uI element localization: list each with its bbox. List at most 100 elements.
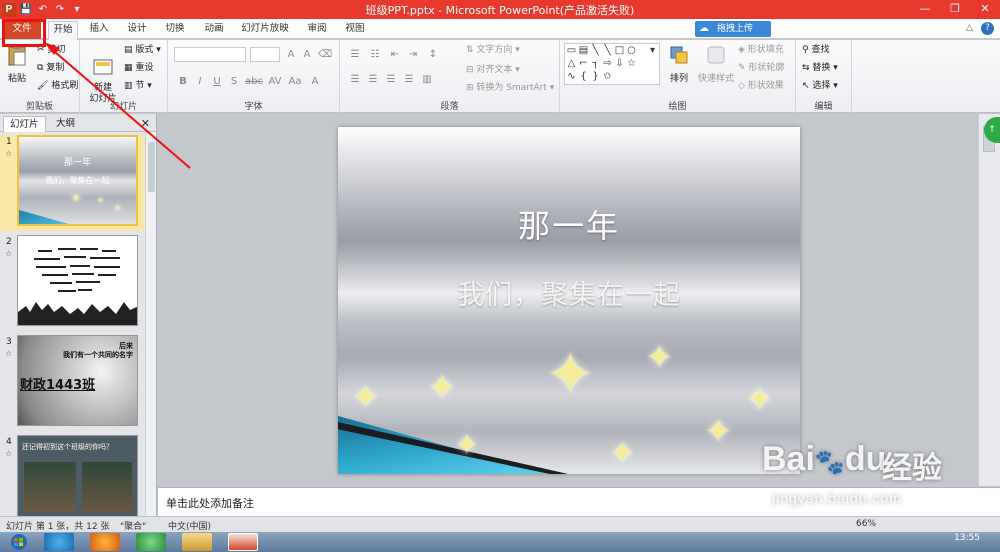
slide-subtitle[interactable]: 我们，聚集在一起 [338, 273, 800, 312]
pane-scroll-thumb[interactable] [148, 142, 155, 192]
star5-shape-icon[interactable]: ✩ [602, 71, 613, 82]
curve-shape-icon[interactable]: ∿ [566, 71, 577, 82]
ie-taskbar-icon[interactable] [44, 533, 74, 551]
zoom-level[interactable]: 66% [856, 519, 876, 529]
line-shape-icon[interactable]: ╲ [590, 45, 601, 56]
font-color-button[interactable]: A [308, 75, 322, 89]
numbering-icon[interactable]: ☷ [368, 48, 382, 62]
rectangle-shape-icon[interactable]: ▭ [566, 45, 577, 56]
quick-styles-button[interactable]: 快速样式 [696, 44, 736, 84]
brace-left-shape-icon[interactable]: { [578, 71, 589, 82]
clear-format-icon[interactable]: ⌫ [318, 48, 332, 62]
arrow-down-shape-icon[interactable]: ⇩ [614, 58, 625, 69]
clipboard-icon [8, 45, 26, 66]
text-direction-button[interactable]: ⇅ 文字方向 ▾ [466, 44, 520, 57]
tab-home[interactable]: 开始 [48, 21, 78, 40]
decrease-indent-icon[interactable]: ⇤ [388, 48, 402, 62]
slide-thumb-1[interactable]: 1 ☆ 那一年 我们，聚集在一起 ✦ ✦ ✦ [0, 135, 145, 231]
close-pane-icon[interactable]: ✕ [141, 117, 150, 130]
clock[interactable]: 13:55 [954, 533, 980, 543]
arrange-button[interactable]: 排列 [664, 44, 694, 84]
tab-animations[interactable]: 动画 [199, 21, 229, 39]
align-text-button[interactable]: ⊟ 对齐文本 ▾ [466, 64, 520, 77]
reset-button[interactable]: ▦ 重设 [124, 62, 153, 75]
undo-icon[interactable]: ↶ [36, 3, 50, 17]
replace-button[interactable]: ⇆ 替换 ▾ [802, 62, 838, 75]
line2-shape-icon[interactable]: ╲ [602, 45, 613, 56]
redo-icon[interactable]: ↷ [53, 3, 67, 17]
italic-button[interactable]: I [193, 75, 207, 89]
align-center-icon[interactable]: ☰ [366, 73, 380, 87]
star-shape-icon[interactable]: ☆ [626, 58, 637, 69]
square-shape-icon[interactable]: □ [614, 45, 625, 56]
shapes-gallery[interactable]: ▭ ▤ ╲ ╲ □ ○ △ ⌐ ┐ ⇨ ⇩ ☆ ∿ { } ✩ ▾ [564, 43, 660, 85]
shape-fill-button[interactable]: ◈ 形状填充 [738, 44, 784, 57]
slide-thumb-2[interactable]: 2 ☆ [0, 235, 145, 331]
smartart-button[interactable]: ⊞ 转换为 SmartArt ▾ [466, 82, 554, 95]
customize-qat-icon[interactable]: ▾ [70, 3, 84, 17]
textbox-shape-icon[interactable]: ▤ [578, 45, 589, 56]
pane-scrollbar[interactable] [145, 132, 156, 516]
windows-start-icon[interactable] [8, 534, 30, 550]
triangle-shape-icon[interactable]: △ [566, 58, 577, 69]
collapse-ribbon-icon[interactable]: △ [963, 22, 976, 35]
layout-button[interactable]: ▤ 版式 ▾ [124, 44, 161, 57]
tab-view[interactable]: 视图 [340, 21, 370, 39]
slide-thumb-3[interactable]: 3 ☆ 后来 我们有一个共同的名字 财政1443班 [0, 335, 145, 431]
upload-button[interactable]: ☁ 拖拽上传 [695, 21, 771, 37]
copy-button[interactable]: ⧉ 复制 [37, 62, 64, 75]
strikethrough-button[interactable]: abc [244, 75, 264, 89]
bullets-icon[interactable]: ☰ [348, 48, 362, 62]
paste-button[interactable]: 粘贴 [4, 44, 30, 84]
minimize-button[interactable]: — [910, 0, 940, 19]
shape-outline-button[interactable]: ✎ 形状轮廓 [738, 62, 784, 75]
group-font: A A ⌫ B I U S abc AV Aa A 字体 [168, 40, 340, 113]
format-painter-button[interactable]: 🖌 格式刷 [37, 80, 78, 93]
arrow-right-shape-icon[interactable]: ⇨ [602, 58, 613, 69]
shape-effects-button[interactable]: ◇ 形状效果 [738, 80, 784, 93]
underline-button[interactable]: U [210, 75, 224, 89]
brace-right-shape-icon[interactable]: } [590, 71, 601, 82]
line-spacing-icon[interactable]: ↕ [426, 48, 440, 62]
tab-transitions[interactable]: 切换 [160, 21, 190, 39]
select-button[interactable]: ↖ 选择 ▾ [802, 80, 838, 93]
tab-design[interactable]: 设计 [122, 21, 152, 39]
firefox-taskbar-icon[interactable] [90, 533, 120, 551]
notes-placeholder[interactable]: 单击此处添加备注 [166, 495, 254, 511]
align-left-icon[interactable]: ☰ [348, 73, 362, 87]
bold-button[interactable]: B [176, 75, 190, 89]
slide-title[interactable]: 那一年 [338, 201, 800, 247]
align-right-icon[interactable]: ☰ [384, 73, 398, 87]
tab-review[interactable]: 审阅 [302, 21, 332, 39]
grow-font-icon[interactable]: A [284, 48, 298, 62]
current-slide[interactable]: 那一年 我们，聚集在一起 ✦ ✦ ✦ ✦ ✦ ✦ ✦ ✦ [338, 127, 800, 474]
app-green-taskbar-icon[interactable] [136, 533, 166, 551]
slide-scrollbar[interactable]: ↑ [978, 114, 1000, 486]
powerpoint-logo-icon[interactable]: P [2, 2, 16, 17]
section-button[interactable]: ▥ 节 ▾ [124, 80, 152, 93]
spacing-button[interactable]: AV [266, 75, 284, 89]
shadow-button[interactable]: S [227, 75, 241, 89]
maximize-button[interactable]: ❐ [940, 0, 970, 19]
tab-slides[interactable]: 幻灯片 [3, 116, 46, 132]
font-name-box[interactable] [174, 47, 246, 62]
oval-shape-icon[interactable]: ○ [626, 45, 637, 56]
columns-icon[interactable]: ▥ [420, 73, 434, 87]
tab-outline[interactable]: 大纲 [50, 116, 81, 132]
increase-indent-icon[interactable]: ⇥ [406, 48, 420, 62]
shrink-font-icon[interactable]: A [300, 48, 314, 62]
tab-slideshow[interactable]: 幻灯片放映 [238, 21, 292, 39]
change-case-button[interactable]: Aa [286, 75, 304, 89]
justify-icon[interactable]: ☰ [402, 73, 416, 87]
corner-shape-icon[interactable]: ⌐ [578, 58, 589, 69]
find-button[interactable]: ⚲ 查找 [802, 44, 829, 57]
powerpoint-taskbar-icon[interactable] [228, 533, 258, 551]
help-icon[interactable]: ? [981, 22, 994, 35]
save-icon[interactable]: 💾 [19, 3, 33, 17]
elbow-shape-icon[interactable]: ┐ [590, 58, 601, 69]
explorer-taskbar-icon[interactable] [182, 533, 212, 551]
tab-insert[interactable]: 插入 [84, 21, 114, 39]
close-button[interactable]: ✕ [970, 0, 1000, 19]
font-size-box[interactable] [250, 47, 280, 62]
gallery-more-icon[interactable]: ▾ [647, 45, 658, 56]
